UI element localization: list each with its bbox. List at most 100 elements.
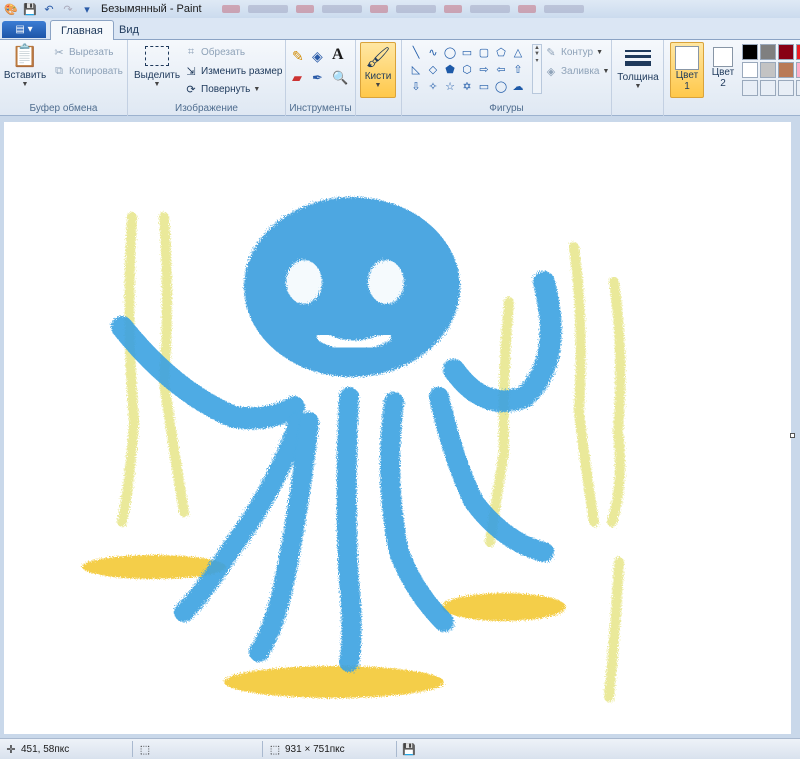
- clipboard-icon: 📋: [11, 43, 39, 68]
- cursor-position-value: 451, 58пкс: [21, 743, 70, 755]
- shapes-gallery-scroll[interactable]: ▲ ▼ ▾: [532, 44, 542, 94]
- diamond-shape-icon[interactable]: ◇: [425, 61, 441, 77]
- eraser-icon[interactable]: ▰: [292, 70, 302, 86]
- select-button[interactable]: Выделить ▼: [134, 42, 180, 88]
- select-dropdown-icon: ▼: [153, 81, 161, 88]
- outline-button[interactable]: ✎ Контур ▼: [544, 45, 603, 59]
- copy-icon: ⧉: [55, 64, 63, 77]
- cut-label: Вырезать: [69, 46, 114, 58]
- oval-shape-icon[interactable]: ◯: [442, 44, 458, 60]
- canvas-size-icon: ⬚: [269, 743, 281, 756]
- color1-swatch: [675, 46, 699, 70]
- palette-swatch-dark-red[interactable]: [778, 44, 794, 60]
- polygon-shape-icon[interactable]: ⬠: [493, 44, 509, 60]
- brushes-dropdown-icon: ▼: [374, 82, 382, 89]
- left-arrow-shape-icon[interactable]: ⇦: [493, 61, 509, 77]
- rectangle-shape-icon[interactable]: ▭: [459, 44, 475, 60]
- right-triangle-shape-icon[interactable]: ◺: [408, 61, 424, 77]
- color-picker-icon[interactable]: ✒: [312, 70, 323, 86]
- palette-swatch-red[interactable]: [796, 44, 800, 60]
- down-arrow-shape-icon[interactable]: ⇩: [408, 78, 424, 94]
- tab-home[interactable]: Главная: [50, 20, 114, 41]
- color1-button[interactable]: Цвет 1: [670, 42, 704, 98]
- scissors-icon: ✂: [54, 46, 64, 59]
- outline-dropdown-icon: ▼: [596, 48, 603, 56]
- palette-swatch-empty[interactable]: [778, 80, 794, 96]
- palette-swatch-empty[interactable]: [796, 80, 800, 96]
- crop-button[interactable]: ⌗ Обрезать: [184, 45, 245, 59]
- cursor-position: ✛ 451, 58пкс: [4, 742, 69, 756]
- size-group: Толщина ▼: [612, 40, 664, 116]
- palette-swatch-black[interactable]: [742, 44, 758, 60]
- paint-app-icon[interactable]: 🎨: [3, 1, 19, 17]
- size-button[interactable]: Толщина ▼: [616, 44, 660, 90]
- outline-label: Контур: [561, 46, 594, 58]
- background-tabs: [221, 5, 584, 13]
- rotate-button[interactable]: ⟳ Повернуть ▼: [184, 82, 260, 96]
- selection-size: ⬚: [138, 742, 155, 756]
- hexagon-shape-icon[interactable]: ⬡: [459, 61, 475, 77]
- canvas-size: ⬚ 931 × 751пкс: [268, 742, 345, 756]
- four-point-star-shape-icon[interactable]: ✧: [425, 78, 441, 94]
- palette-swatch-gray[interactable]: [760, 44, 776, 60]
- tools-group-label: Инструменты: [289, 103, 352, 114]
- pentagon-shape-icon[interactable]: ⬟: [442, 61, 458, 77]
- canvas-resize-handle[interactable]: [790, 433, 795, 438]
- file-menu-button[interactable]: ▤ ▾: [2, 21, 46, 38]
- six-point-star-shape-icon[interactable]: ✡: [459, 78, 475, 94]
- palette-swatch-white[interactable]: [742, 62, 758, 78]
- customize-toolbar-icon[interactable]: ▾: [79, 1, 95, 17]
- palette-swatch-light-gray[interactable]: [760, 62, 776, 78]
- crop-label: Обрезать: [201, 46, 246, 58]
- window-title: Безымянный - Paint: [101, 3, 202, 15]
- copy-button[interactable]: ⧉ Копировать: [52, 64, 123, 78]
- canvas-size-value: 931 × 751пкс: [285, 743, 345, 755]
- undo-icon[interactable]: ↶: [41, 1, 57, 17]
- curve-shape-icon[interactable]: ∿: [425, 44, 441, 60]
- tab-view[interactable]: Вид: [109, 20, 149, 41]
- line-thickness-icon: [623, 44, 653, 72]
- octopus-left-eye: [286, 260, 322, 304]
- up-arrow-shape-icon[interactable]: ⇧: [510, 61, 526, 77]
- color2-button[interactable]: Цвет 2: [708, 42, 738, 98]
- redo-icon[interactable]: ↷: [60, 1, 76, 17]
- callout-rect-shape-icon[interactable]: ▭: [476, 78, 492, 94]
- file-size: 💾: [402, 742, 419, 756]
- tools-group: ✎ ◈ A ▰ ✒ 🔍 Инструменты: [286, 40, 356, 116]
- paste-button[interactable]: 📋 Вставить ▼: [4, 42, 46, 88]
- palette-swatch-pink[interactable]: [796, 62, 800, 78]
- five-point-star-shape-icon[interactable]: ☆: [442, 78, 458, 94]
- magnifier-icon[interactable]: 🔍: [332, 70, 348, 86]
- callout-oval-shape-icon[interactable]: ◯: [493, 78, 509, 94]
- size-label: Толщина: [617, 72, 659, 83]
- line-shape-icon[interactable]: ╲: [408, 44, 424, 60]
- shapes-group: ╲ ∿ ◯ ▭ ▢ ⬠ △ ◺ ◇ ⬟ ⬡ ⇨ ⇦ ⇧ ⇩ ✧ ☆ ✡ ▭ ◯ …: [402, 40, 612, 116]
- fill-dropdown-icon: ▼: [602, 67, 610, 75]
- fill-button[interactable]: ◈ Заливка ▼: [544, 64, 610, 78]
- right-arrow-shape-icon[interactable]: ⇨: [476, 61, 492, 77]
- triangle-shape-icon[interactable]: △: [510, 44, 526, 60]
- brushes-button[interactable]: 🖌 Кисти ▼: [360, 42, 396, 98]
- copy-label: Копировать: [69, 65, 123, 77]
- text-tool-icon[interactable]: A: [332, 46, 344, 64]
- fill-label: Заливка: [561, 65, 600, 77]
- brush-icon: 🖌: [365, 46, 391, 69]
- disk-icon: 💾: [402, 743, 416, 756]
- status-bar: ✛ 451, 58пкс ⬚ ⬚ 931 × 751пкс 💾: [0, 738, 800, 759]
- image-group-label: Изображение: [175, 103, 238, 114]
- fill-bucket-icon[interactable]: ◈: [312, 48, 323, 65]
- palette-swatch-brown[interactable]: [778, 62, 794, 78]
- cut-button[interactable]: ✂ Вырезать: [52, 45, 113, 59]
- color1-label-line2: 1: [684, 81, 690, 92]
- palette-swatch-empty[interactable]: [760, 80, 776, 96]
- selection-size-icon: ⬚: [139, 743, 151, 756]
- ribbon: 📋 Вставить ▼ ✂ Вырезать ⧉ Копировать Буф…: [0, 40, 800, 116]
- select-label: Выделить: [133, 70, 181, 81]
- pencil-icon[interactable]: ✎: [292, 48, 304, 65]
- palette-swatch-empty[interactable]: [742, 80, 758, 96]
- cloud-shape-icon[interactable]: ☁: [510, 78, 526, 94]
- save-icon[interactable]: 💾: [22, 1, 38, 17]
- rounded-rectangle-shape-icon[interactable]: ▢: [476, 44, 492, 60]
- drawing-canvas[interactable]: [4, 122, 791, 734]
- resize-button[interactable]: ⇲ Изменить размер: [184, 64, 282, 78]
